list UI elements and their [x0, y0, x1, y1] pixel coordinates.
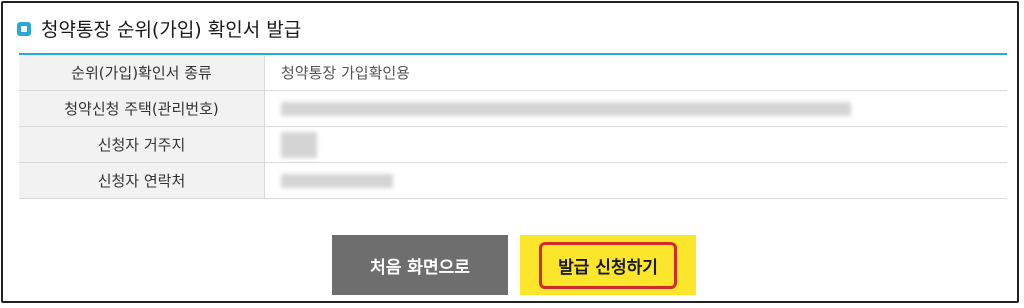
apply-button-label: 발급 신청하기 [539, 241, 677, 289]
row-label-housing-number: 청약신청 주택(관리번호) [19, 90, 265, 127]
page-title: 청약통장 순위(가입) 확인서 발급 [41, 19, 302, 41]
row-value-residence [264, 126, 1007, 163]
redacted-value [281, 131, 317, 158]
square-bullet-icon [17, 21, 31, 36]
table-row: 신청자 거주지 [19, 126, 1007, 163]
row-label-residence: 신청자 거주지 [19, 126, 265, 163]
table-row: 순위(가입)확인서 종류 청약통장 가입확인용 [19, 54, 1007, 91]
table-row: 신청자 연락처 [19, 162, 1007, 199]
apply-button[interactable]: 발급 신청하기 [520, 235, 696, 295]
row-value-housing-number [264, 90, 1007, 127]
row-value-contact [264, 162, 1007, 199]
redacted-value [281, 102, 851, 116]
home-button[interactable]: 처음 화면으로 [332, 235, 508, 295]
table-row: 청약신청 주택(관리번호) [19, 90, 1007, 127]
certificate-info-table: 순위(가입)확인서 종류 청약통장 가입확인용 청약신청 주택(관리번호) 신청… [19, 53, 1007, 199]
row-label-contact: 신청자 연락처 [19, 162, 265, 199]
redacted-value [281, 174, 393, 188]
row-label-certificate-type: 순위(가입)확인서 종류 [19, 54, 265, 91]
form-panel: 청약통장 순위(가입) 확인서 발급 순위(가입)확인서 종류 청약통장 가입확… [1, 1, 1019, 303]
section-header: 청약통장 순위(가입) 확인서 발급 [17, 15, 301, 42]
row-value-certificate-type: 청약통장 가입확인용 [264, 54, 1007, 91]
